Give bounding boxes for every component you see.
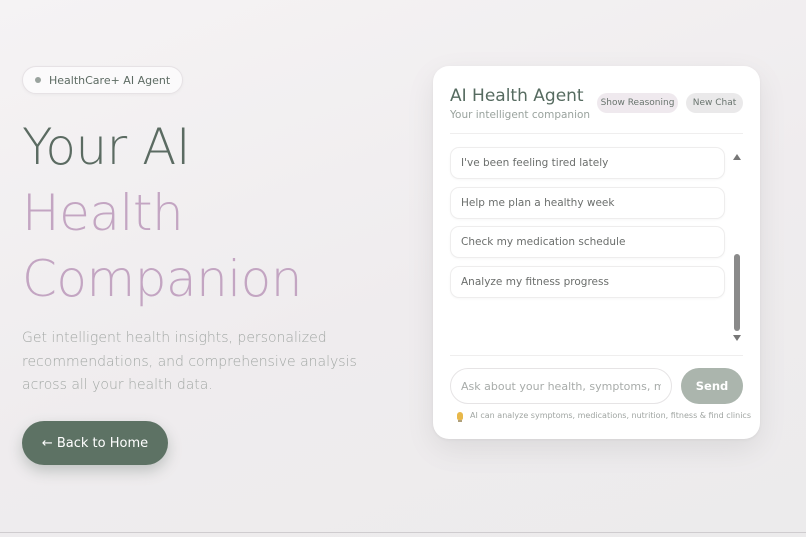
page-bottom-divider — [0, 532, 806, 533]
suggestion-fitness[interactable]: Analyze my fitness progress — [450, 265, 725, 298]
lightbulb-icon — [457, 411, 463, 422]
hero-title-line-2: Health — [22, 184, 184, 242]
header-divider — [450, 133, 743, 134]
scroll-up-arrow-icon[interactable] — [733, 154, 741, 160]
new-chat-button[interactable]: New Chat — [686, 93, 743, 113]
hero-description: Get intelligent health insights, persona… — [22, 330, 357, 393]
hint-text: AI can analyze symptoms, medications, nu… — [470, 411, 751, 420]
scroll-down-arrow-icon[interactable] — [733, 335, 741, 341]
chat-panel: AI Health Agent Your intelligent compani… — [433, 66, 760, 439]
capabilities-hint: AI can analyze symptoms, medications, nu… — [457, 411, 751, 422]
suggestion-medication[interactable]: Check my medication schedule — [450, 226, 725, 258]
chat-input[interactable] — [450, 368, 672, 404]
suggestion-list: I've been feeling tired lately Help me p… — [450, 147, 725, 305]
hero-title-line-1: Your AI — [22, 118, 191, 176]
back-to-home-button[interactable]: ← Back to Home — [22, 421, 168, 465]
hero-title: Your AI Health Companion — [22, 114, 302, 312]
scrollbar-thumb[interactable] — [734, 254, 740, 331]
send-button[interactable]: Send — [681, 368, 743, 404]
app-badge: HealthCare+ AI Agent — [22, 66, 184, 94]
badge-label: HealthCare+ AI Agent — [49, 73, 171, 87]
chat-subtitle: Your intelligent companion — [450, 109, 591, 121]
hero-title-line-3: Companion — [22, 250, 302, 308]
suggestion-tired[interactable]: I've been feeling tired lately — [450, 147, 725, 179]
show-reasoning-button[interactable]: Show Reasoning — [597, 93, 678, 113]
suggestion-healthy-week[interactable]: Help me plan a healthy week — [450, 186, 725, 219]
chat-title: AI Health Agent — [450, 86, 584, 106]
status-dot-icon — [35, 77, 41, 83]
input-divider — [450, 355, 743, 356]
